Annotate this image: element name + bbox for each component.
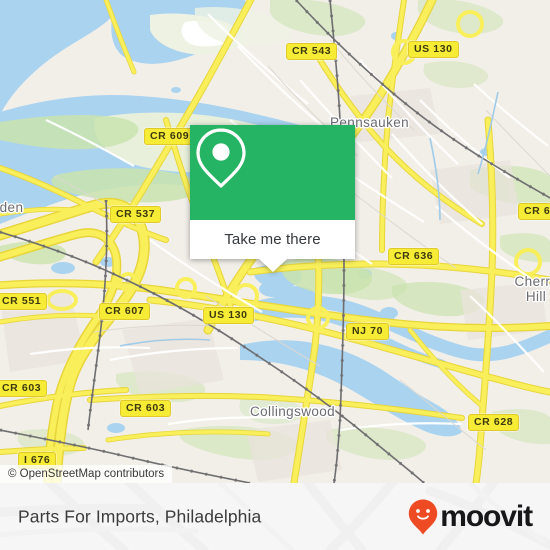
popup-header [190,125,355,220]
road-shield-cr-628: CR 628 [468,414,520,431]
moovit-wordmark: moovit [440,499,533,533]
popup-pointer [258,259,287,272]
road-shield-cr-636: CR 636 [388,248,440,265]
bottom-bar: Parts For Imports, Philadelphia moovit [0,483,550,550]
road-shield-cr-607: CR 607 [99,303,151,320]
road-shield-cr-551: CR 551 [0,293,48,310]
popup-cta[interactable]: Take me there [190,220,355,259]
road-shield-us-130-south: US 130 [203,307,254,324]
road-shield-cr-537: CR 537 [110,206,162,223]
location-popup[interactable]: Take me there [190,125,355,272]
osm-attribution[interactable]: © OpenStreetMap contributors [0,465,173,483]
place-label-camden: mden [0,200,24,215]
page-title: Parts For Imports, Philadelphia [18,506,262,526]
map-pin-icon [196,128,246,188]
moovit-logo[interactable]: moovit [407,498,533,536]
road-shield-cr-603-west: CR 603 [0,380,48,397]
moovit-pin-smiley-icon [409,499,438,534]
screenshot-root: mden Pennsauken Cherry Hill Collingswood… [0,0,550,550]
place-label-collingswood: Collingswood [250,404,336,419]
place-label-cherry-hill: Cherry Hill [514,274,550,304]
road-shield-us-130-north: US 130 [408,41,459,58]
road-shield-cr-543: CR 543 [286,43,338,60]
road-shield-cr-609: CR 609 [144,128,196,145]
road-shield-cr-603-east: CR 603 [120,400,172,417]
popup-cta-label: Take me there [224,231,321,248]
road-shield-nj-70: NJ 70 [346,323,390,340]
road-shield-cr-64: CR 64 [518,203,550,220]
map-canvas[interactable]: mden Pennsauken Cherry Hill Collingswood… [0,0,550,483]
